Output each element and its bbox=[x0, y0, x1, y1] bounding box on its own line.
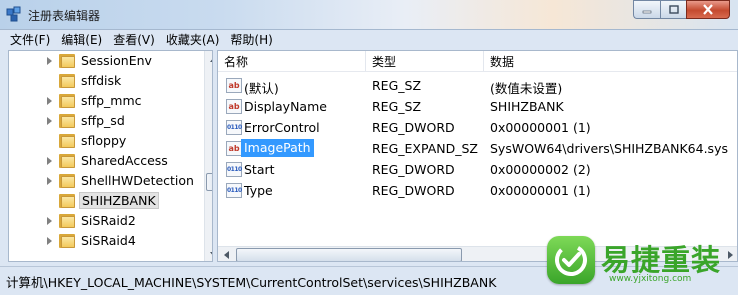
scroll-thumb[interactable] bbox=[206, 173, 212, 191]
tree-item-sisraid2[interactable]: SiSRaid2 bbox=[9, 211, 197, 231]
value-name: DisplayName bbox=[244, 99, 327, 114]
folder-icon bbox=[59, 74, 77, 88]
column-header-type[interactable]: 类型 bbox=[366, 51, 484, 71]
value-name: ImagePath bbox=[241, 139, 314, 157]
watermark-text: 易捷重装 bbox=[601, 243, 722, 277]
watermark-url: www.yjxitong.com bbox=[609, 274, 692, 284]
tree-item-sffdisk[interactable]: sffdisk bbox=[9, 71, 197, 91]
header-divider bbox=[218, 71, 737, 72]
menu-favorites[interactable]: 收藏夹(A) bbox=[162, 31, 227, 48]
tree-item-label: sfloppy bbox=[81, 133, 127, 148]
string-value-icon: ab bbox=[226, 78, 242, 93]
maximize-button[interactable] bbox=[660, 0, 686, 19]
binary-value-icon: 0110 bbox=[226, 162, 242, 177]
expand-arrow-icon[interactable] bbox=[47, 177, 52, 185]
menu-edit[interactable]: 编辑(E) bbox=[57, 31, 109, 48]
value-row[interactable]: 0110 Start REG_DWORD 0x00000002 (2) bbox=[218, 159, 737, 180]
folder-icon bbox=[59, 154, 77, 168]
tree-item-label: ShellHWDetection bbox=[81, 173, 194, 188]
tree-item-label: SharedAccess bbox=[81, 153, 168, 168]
tree-item-label: sffdisk bbox=[81, 73, 122, 88]
scroll-thumb[interactable] bbox=[236, 248, 462, 261]
minimize-button[interactable] bbox=[633, 0, 660, 19]
value-type: REG_SZ bbox=[372, 99, 422, 114]
value-name: (默认) bbox=[244, 81, 279, 96]
tree-item-sessionenv[interactable]: SessionEnv bbox=[9, 51, 197, 71]
title-bar: 注册表编辑器 bbox=[0, 0, 738, 30]
value-row[interactable]: ab ImagePath REG_EXPAND_SZ SysWOW64\driv… bbox=[218, 138, 737, 159]
expand-arrow-icon[interactable] bbox=[47, 157, 52, 165]
value-type: REG_EXPAND_SZ bbox=[372, 141, 478, 156]
window-title: 注册表编辑器 bbox=[28, 9, 101, 23]
binary-value-icon: 0110 bbox=[226, 120, 242, 135]
value-data: 0x00000001 (1) bbox=[490, 120, 591, 135]
value-name: ErrorControl bbox=[244, 120, 320, 135]
column-header-name[interactable]: 名称 bbox=[218, 51, 366, 71]
expand-arrow-icon[interactable] bbox=[47, 57, 52, 65]
menu-view[interactable]: 查看(V) bbox=[109, 31, 162, 48]
scroll-left-icon[interactable] bbox=[224, 251, 229, 259]
registry-tree: SessionEnv sffdisk sffp_mmc sffp_sd sflo… bbox=[8, 50, 213, 262]
minimize-icon bbox=[642, 10, 652, 13]
tree-item-label: sffp_mmc bbox=[81, 93, 142, 108]
scroll-up-icon[interactable] bbox=[210, 57, 212, 62]
expand-arrow-icon[interactable] bbox=[47, 117, 52, 125]
tree-item-label: SiSRaid2 bbox=[81, 213, 136, 228]
watermark: 易捷重装 www.yjxitong.com bbox=[547, 230, 738, 292]
value-row[interactable]: ab (默认) REG_SZ (数值未设置) bbox=[218, 75, 737, 96]
value-name: Start bbox=[244, 162, 275, 177]
folder-icon bbox=[59, 194, 77, 208]
tree-item-sharedaccess[interactable]: SharedAccess bbox=[9, 151, 197, 171]
window-controls bbox=[633, 0, 730, 19]
menu-bar: 文件(F) 编辑(E) 查看(V) 收藏夹(A) 帮助(H) bbox=[0, 30, 738, 48]
regedit-icon bbox=[6, 6, 21, 22]
binary-value-icon: 0110 bbox=[226, 183, 242, 198]
value-data: 0x00000001 (1) bbox=[490, 183, 591, 198]
column-header-data[interactable]: 数据 bbox=[484, 51, 737, 71]
folder-icon bbox=[59, 234, 77, 248]
folder-icon bbox=[59, 134, 77, 148]
status-path: 计算机\HKEY_LOCAL_MACHINE\SYSTEM\CurrentCon… bbox=[6, 275, 497, 290]
tree-item-sffp-sd[interactable]: sffp_sd bbox=[9, 111, 197, 131]
close-button[interactable] bbox=[686, 0, 730, 19]
tree-item-label: SHIHZBANK bbox=[79, 192, 159, 209]
menu-help[interactable]: 帮助(H) bbox=[226, 31, 279, 48]
expand-arrow-icon[interactable] bbox=[47, 217, 52, 225]
string-value-icon: ab bbox=[226, 141, 242, 156]
tree-item-shihzbank[interactable]: SHIHZBANK bbox=[9, 191, 197, 211]
folder-icon bbox=[59, 94, 77, 108]
value-type: REG_DWORD bbox=[372, 162, 455, 177]
tree-vertical-scrollbar[interactable] bbox=[204, 51, 212, 261]
folder-icon bbox=[59, 174, 77, 188]
value-name: Type bbox=[244, 183, 273, 198]
tree-item-sffp-mmc[interactable]: sffp_mmc bbox=[9, 91, 197, 111]
menu-file[interactable]: 文件(F) bbox=[6, 31, 57, 48]
tree-item-sfloppy[interactable]: sfloppy bbox=[9, 131, 197, 151]
tree-item-sisraid4[interactable]: SiSRaid4 bbox=[9, 231, 197, 251]
folder-icon bbox=[59, 214, 77, 228]
value-row[interactable]: 0110 Type REG_DWORD 0x00000001 (1) bbox=[218, 180, 737, 201]
expand-arrow-icon[interactable] bbox=[47, 97, 52, 105]
value-type: REG_DWORD bbox=[372, 183, 455, 198]
folder-icon bbox=[59, 114, 77, 128]
scroll-down-icon[interactable] bbox=[210, 252, 212, 257]
tree-item-label: sffp_sd bbox=[81, 113, 125, 128]
string-value-icon: ab bbox=[226, 99, 242, 114]
maximize-icon bbox=[668, 4, 679, 14]
expand-arrow-icon[interactable] bbox=[47, 237, 52, 245]
value-data: SHIHZBANK bbox=[490, 99, 564, 114]
folder-icon bbox=[59, 54, 77, 68]
watermark-logo-icon bbox=[547, 236, 595, 284]
close-icon bbox=[703, 4, 713, 15]
tree-item-label: SiSRaid4 bbox=[81, 233, 136, 248]
value-data: 0x00000002 (2) bbox=[490, 162, 591, 177]
value-data: SysWOW64\drivers\SHIHZBANK64.sys bbox=[490, 141, 728, 156]
value-row[interactable]: 0110 ErrorControl REG_DWORD 0x00000001 (… bbox=[218, 117, 737, 138]
value-type: REG_DWORD bbox=[372, 120, 455, 135]
value-data: (数值未设置) bbox=[490, 81, 563, 96]
value-type: REG_SZ bbox=[372, 78, 422, 93]
tree-item-shellhwdetection[interactable]: ShellHWDetection bbox=[9, 171, 197, 191]
value-row[interactable]: ab DisplayName REG_SZ SHIHZBANK bbox=[218, 96, 737, 117]
tree-item-label: SessionEnv bbox=[81, 53, 152, 68]
